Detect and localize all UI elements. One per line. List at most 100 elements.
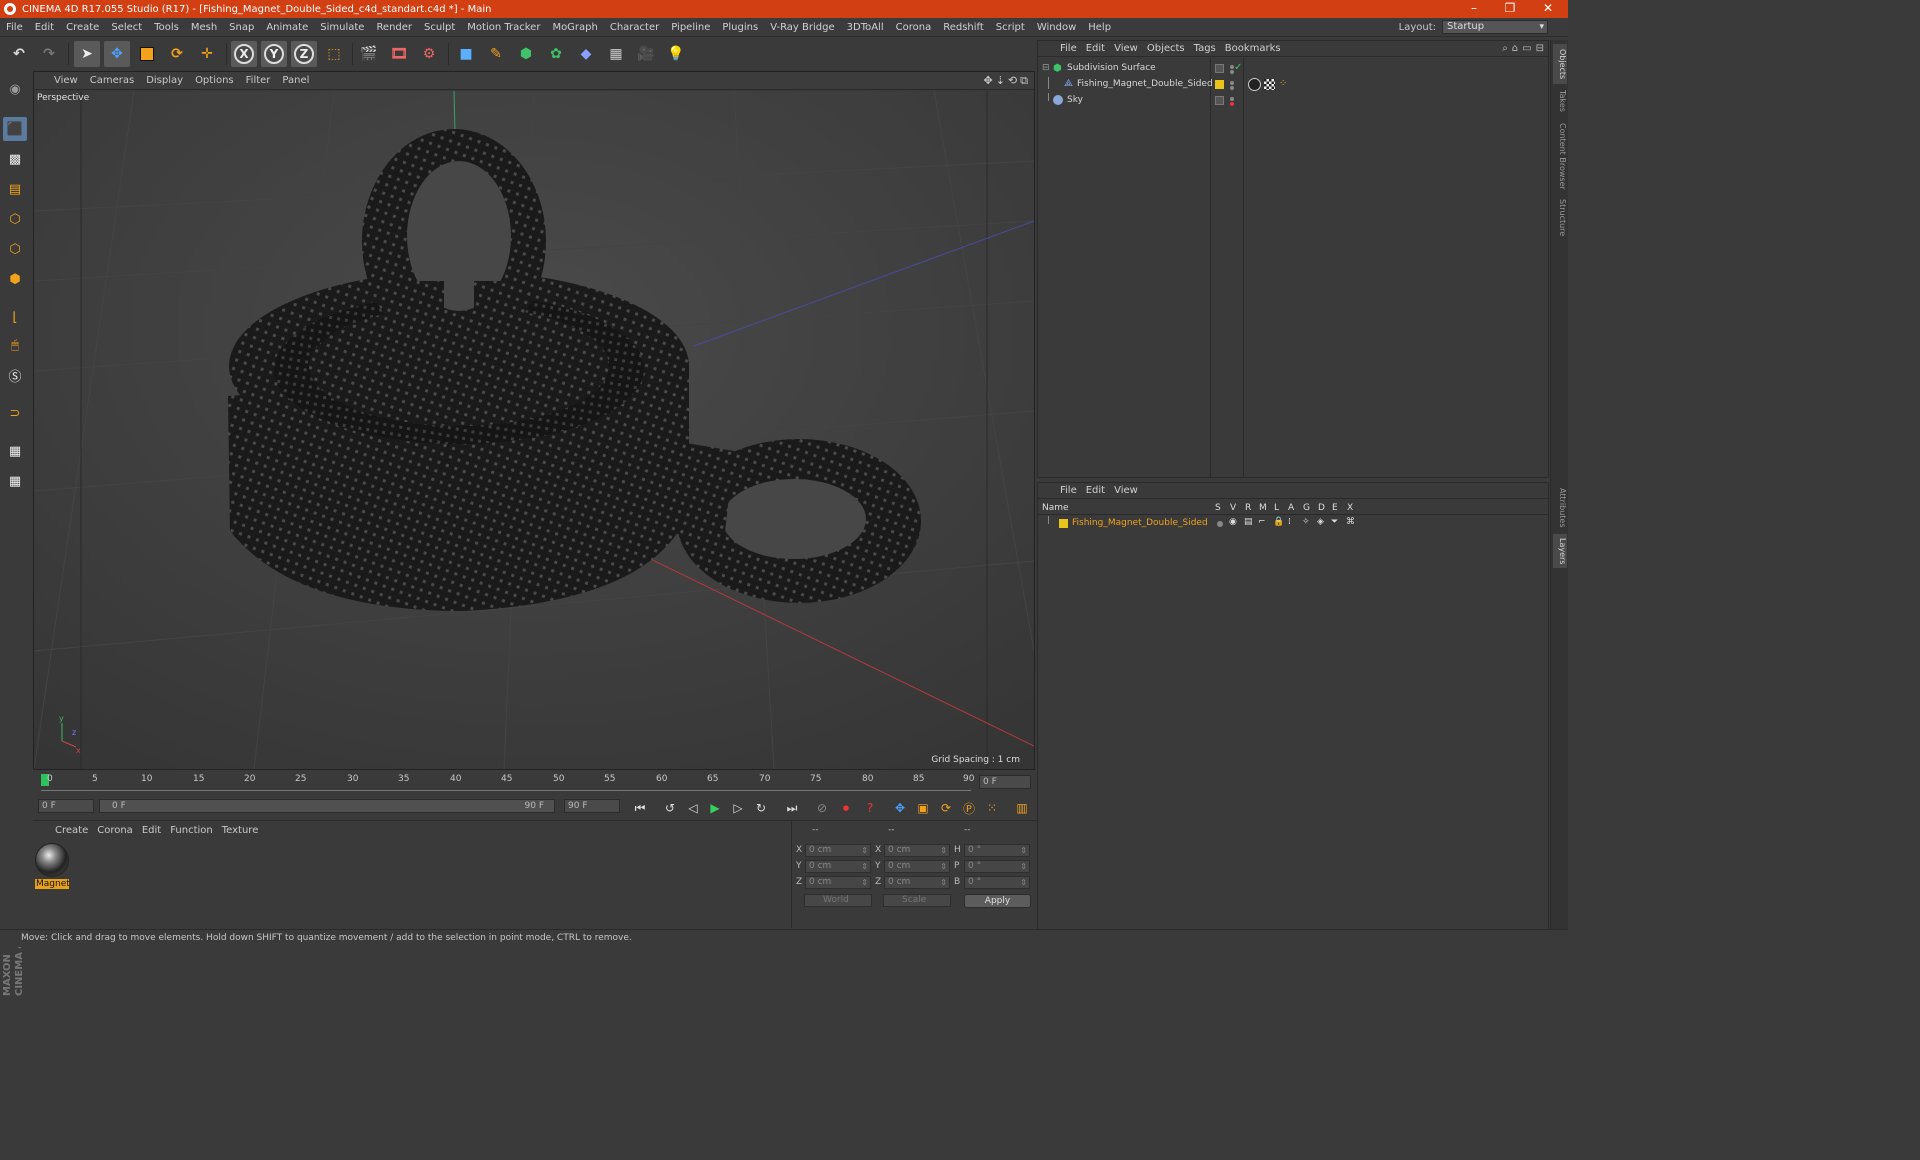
- key-parameter-icon[interactable]: Ⓟ: [959, 798, 979, 818]
- lm-menu-file[interactable]: File: [1058, 485, 1084, 496]
- toggle-view-icon[interactable]: ⧉: [1020, 74, 1028, 88]
- menu-select[interactable]: Select: [105, 22, 148, 33]
- size-z-field[interactable]: 0 cm: [884, 876, 950, 889]
- rotation-h-field[interactable]: 0 °: [964, 844, 1030, 857]
- previous-key-icon[interactable]: ↺: [660, 798, 680, 818]
- search-icon[interactable]: ⌕: [1502, 43, 1508, 54]
- coordinate-system-icon[interactable]: ⬚: [321, 41, 347, 67]
- points-mode-icon[interactable]: ⬡: [3, 207, 27, 231]
- position-z-field[interactable]: 0 cm: [805, 876, 871, 889]
- menu-animate[interactable]: Animate: [260, 22, 314, 33]
- model-mode-icon[interactable]: ⬛: [3, 117, 27, 141]
- rotation-p-field[interactable]: 0 °: [964, 860, 1030, 873]
- layout-dropdown[interactable]: Startup: [1442, 20, 1548, 34]
- next-frame-icon[interactable]: ▷: [728, 798, 748, 818]
- material-menu-texture[interactable]: Texture: [220, 825, 266, 836]
- tab-layers[interactable]: Layers: [1553, 534, 1567, 568]
- editor-visibility-dot[interactable]: [1230, 97, 1234, 101]
- move-tool-icon[interactable]: ✥: [104, 41, 130, 67]
- viewport-menu-view[interactable]: View: [50, 75, 86, 86]
- menu-3dtoall[interactable]: 3DToAll: [841, 22, 890, 33]
- locked-icon[interactable]: 🔒: [1273, 517, 1284, 527]
- material-menu-create[interactable]: Create: [53, 825, 95, 836]
- new-window-icon[interactable]: ▭: [1522, 43, 1531, 54]
- manager-icon[interactable]: ⌐: [1258, 517, 1266, 527]
- undo-icon[interactable]: ↶: [6, 41, 32, 67]
- key-pla-icon[interactable]: ⁙: [982, 798, 1002, 818]
- solo-icon[interactable]: [1217, 521, 1223, 527]
- menu-help[interactable]: Help: [1082, 22, 1117, 33]
- viewport-menu-panel[interactable]: Panel: [278, 75, 317, 86]
- menu-pipeline[interactable]: Pipeline: [665, 22, 716, 33]
- menu-tools[interactable]: Tools: [148, 22, 185, 33]
- layer-color-swatch[interactable]: [1215, 96, 1224, 105]
- uvw-tag-icon[interactable]: ⁘: [1279, 78, 1287, 89]
- timeline-ruler[interactable]: 0 5 10 15 20 25 30 35 40 45 50 55 60 65 …: [33, 770, 1035, 794]
- make-editable-icon[interactable]: ◉: [3, 77, 27, 101]
- deformer-icon[interactable]: ◆: [573, 41, 599, 67]
- x-axis-lock-icon[interactable]: X: [231, 41, 257, 67]
- object-name[interactable]: Sky: [1067, 95, 1083, 105]
- key-scale-icon[interactable]: ▣: [913, 798, 933, 818]
- material-tag-icon[interactable]: [1248, 78, 1261, 91]
- tweak-mode-icon[interactable]: 🖱: [3, 333, 27, 357]
- go-to-end-icon[interactable]: ⏭: [782, 798, 802, 818]
- keyframe-selection-icon[interactable]: ?: [860, 798, 880, 818]
- lm-menu-edit[interactable]: Edit: [1084, 485, 1112, 496]
- restore-button[interactable]: ❐: [1492, 0, 1528, 18]
- menu-sculpt[interactable]: Sculpt: [418, 22, 461, 33]
- om-menu-view[interactable]: View: [1112, 43, 1145, 54]
- om-menu-file[interactable]: File: [1058, 43, 1084, 54]
- render-settings-icon[interactable]: ⚙: [416, 41, 442, 67]
- deformers-icon[interactable]: ◈: [1317, 517, 1324, 527]
- size-mode-dropdown[interactable]: Scale: [883, 894, 951, 907]
- autokey-icon[interactable]: ⏺: [836, 798, 856, 818]
- texture-mode-icon[interactable]: ▩: [3, 147, 27, 171]
- viewport-menu-options[interactable]: Options: [191, 75, 242, 86]
- layer-color-swatch[interactable]: [1215, 80, 1224, 89]
- timeline-window-icon[interactable]: ▥: [1012, 798, 1032, 818]
- workplane-mode-icon[interactable]: ▤: [3, 177, 27, 201]
- polygons-mode-icon[interactable]: ⬢: [3, 267, 27, 291]
- coordinate-system-dropdown[interactable]: World: [804, 894, 872, 907]
- y-axis-lock-icon[interactable]: Y: [261, 41, 287, 67]
- rotate-tool-icon[interactable]: ⟳: [164, 41, 190, 67]
- position-y-field[interactable]: 0 cm: [805, 860, 871, 873]
- menu-motion-tracker[interactable]: Motion Tracker: [461, 22, 546, 33]
- om-menu-bookmarks[interactable]: Bookmarks: [1223, 43, 1288, 54]
- tab-takes[interactable]: Takes: [1553, 86, 1567, 116]
- viewport-canvas[interactable]: Perspective y x z Grid Spacing: 1 cm: [34, 91, 1034, 769]
- layer-color-swatch[interactable]: [1215, 64, 1224, 73]
- menu-redshift[interactable]: Redshift: [937, 22, 990, 33]
- editor-visibility-dot[interactable]: [1230, 81, 1234, 85]
- workplane-lock-icon[interactable]: ▦: [3, 439, 27, 463]
- rotate-view-icon[interactable]: ⟲: [1008, 74, 1017, 88]
- axis-mode-icon[interactable]: ⌊: [3, 305, 27, 329]
- rotation-b-field[interactable]: 0 °: [964, 876, 1030, 889]
- viewport-menu-display[interactable]: Display: [142, 75, 191, 86]
- tab-attributes[interactable]: Attributes: [1553, 484, 1567, 532]
- layer-name[interactable]: Fishing_Magnet_Double_Sided: [1072, 518, 1208, 528]
- frame-range-slider[interactable]: 0 F 90 F: [99, 799, 555, 813]
- lm-menu-view[interactable]: View: [1112, 485, 1145, 496]
- render-visibility-dot[interactable]: [1230, 86, 1234, 90]
- menu-edit[interactable]: Edit: [29, 22, 60, 33]
- material-menu-corona[interactable]: Corona: [95, 825, 140, 836]
- menu-plugins[interactable]: Plugins: [716, 22, 764, 33]
- enabled-check-icon[interactable]: ✓: [1234, 62, 1242, 73]
- texture-tag-icon[interactable]: [1264, 79, 1275, 90]
- material-menu-edit[interactable]: Edit: [140, 825, 168, 836]
- expressions-icon[interactable]: ⏷: [1331, 517, 1338, 527]
- menu-simulate[interactable]: Simulate: [314, 22, 370, 33]
- play-icon[interactable]: ▶: [705, 798, 725, 818]
- floor-icon[interactable]: ▦: [603, 41, 629, 67]
- render-view-icon[interactable]: 🎬: [356, 41, 382, 67]
- menu-vray-bridge[interactable]: V-Ray Bridge: [764, 22, 840, 33]
- home-icon[interactable]: ⌂: [1512, 43, 1518, 54]
- key-position-icon[interactable]: ✥: [890, 798, 910, 818]
- render-picture-viewer-icon[interactable]: 🎞: [386, 41, 412, 67]
- apply-button[interactable]: Apply: [964, 894, 1031, 908]
- cube-primitive-icon[interactable]: ■: [453, 41, 479, 67]
- om-menu-tags[interactable]: Tags: [1192, 43, 1223, 54]
- next-key-icon[interactable]: ↻: [751, 798, 771, 818]
